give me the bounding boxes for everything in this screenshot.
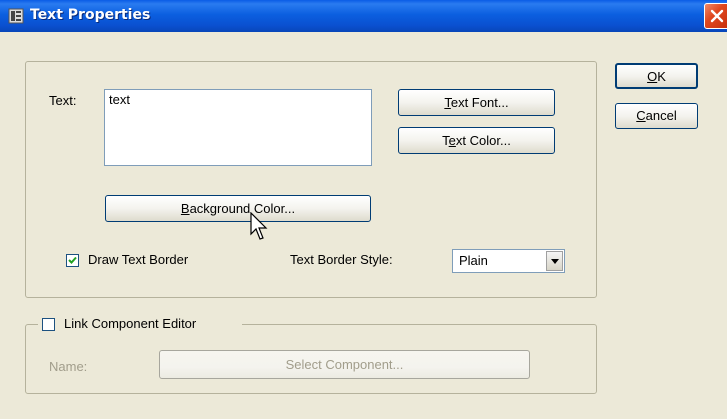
text-border-style-value: Plain <box>459 253 488 268</box>
name-label: Name: <box>49 359 88 374</box>
close-icon <box>710 9 724 23</box>
checkmark-icon <box>68 256 77 264</box>
text-font-button[interactable]: Text Font... <box>398 89 555 116</box>
title-bar: Text Properties <box>0 0 727 32</box>
ok-button[interactable]: OK <box>615 63 698 89</box>
window-title: Text Properties <box>30 7 151 23</box>
mouse-cursor-icon <box>250 212 268 240</box>
cancel-button[interactable]: Cancel <box>615 103 698 129</box>
dropdown-arrow-button[interactable] <box>546 251 563 271</box>
select-component-button[interactable]: Select Component... <box>159 350 530 379</box>
link-component-editor-checkbox[interactable] <box>42 318 55 331</box>
draw-text-border-checkbox[interactable] <box>66 254 79 267</box>
text-label: Text: <box>49 93 77 108</box>
background-color-button[interactable]: Background Color... <box>105 195 371 222</box>
draw-text-border-label: Draw Text Border <box>88 252 189 267</box>
text-input-value: text <box>109 92 130 107</box>
text-border-style-label: Text Border Style: <box>290 252 393 267</box>
app-icon <box>8 8 24 24</box>
link-component-editor-label: Link Component Editor <box>64 316 197 331</box>
text-input[interactable]: text <box>104 89 372 166</box>
text-color-button[interactable]: Text Color... <box>398 127 555 154</box>
close-button[interactable] <box>704 3 727 29</box>
dropdown-arrow-icon <box>551 259 559 264</box>
text-border-style-select[interactable]: Plain <box>452 249 565 273</box>
